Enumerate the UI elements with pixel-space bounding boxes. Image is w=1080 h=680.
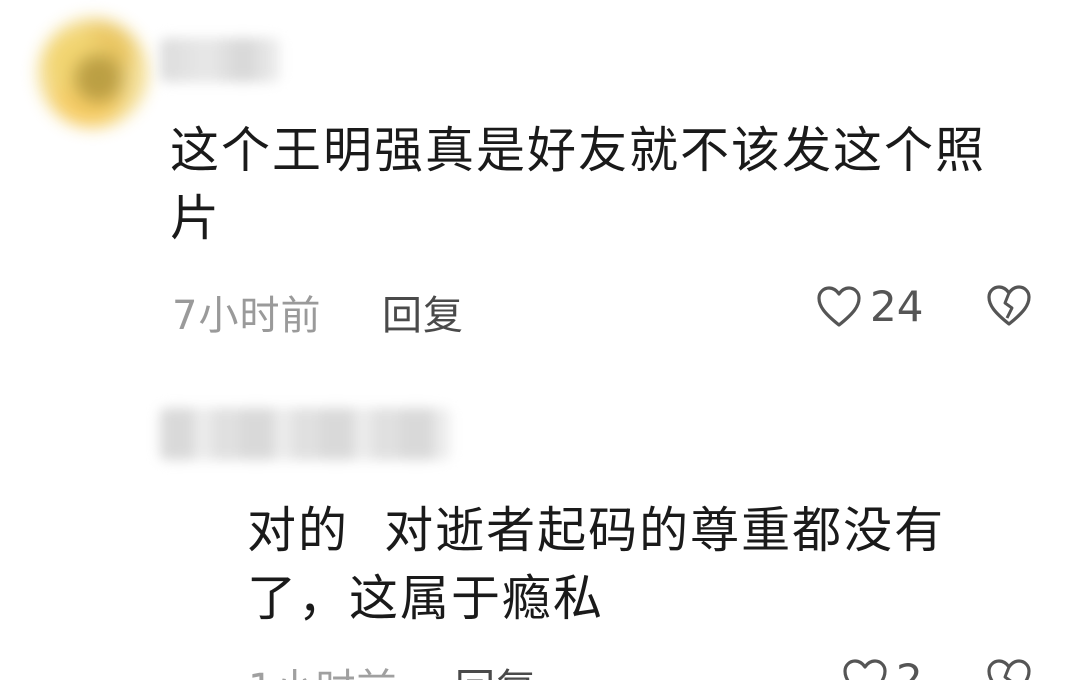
username-redacted[interactable] (160, 38, 280, 82)
like-button[interactable]: 24 (816, 282, 923, 331)
dislike-button[interactable] (986, 284, 1032, 328)
heart-outline-icon (816, 285, 862, 329)
reply-button[interactable]: 回复 (455, 656, 537, 680)
dislike-button[interactable] (986, 658, 1032, 680)
avatar[interactable] (38, 18, 148, 128)
comment-timestamp: 7小时前 (172, 293, 322, 339)
like-count: 24 (870, 282, 924, 331)
comment-timestamp: 1小时前 (248, 656, 397, 680)
like-count: 2 (896, 655, 923, 680)
reply-button[interactable]: 回复 (382, 283, 464, 341)
comment-text: 对的 对逝者起码的尊重都没有了，这属于瘾私 (247, 502, 946, 627)
like-button[interactable]: 2 (842, 655, 923, 680)
heart-outline-icon (842, 658, 888, 680)
username-redacted[interactable] (160, 408, 450, 460)
broken-heart-icon (986, 658, 1032, 680)
comment-text: 这个王明强真是好友就不该发这个照片 (170, 122, 987, 247)
broken-heart-icon (986, 284, 1032, 328)
